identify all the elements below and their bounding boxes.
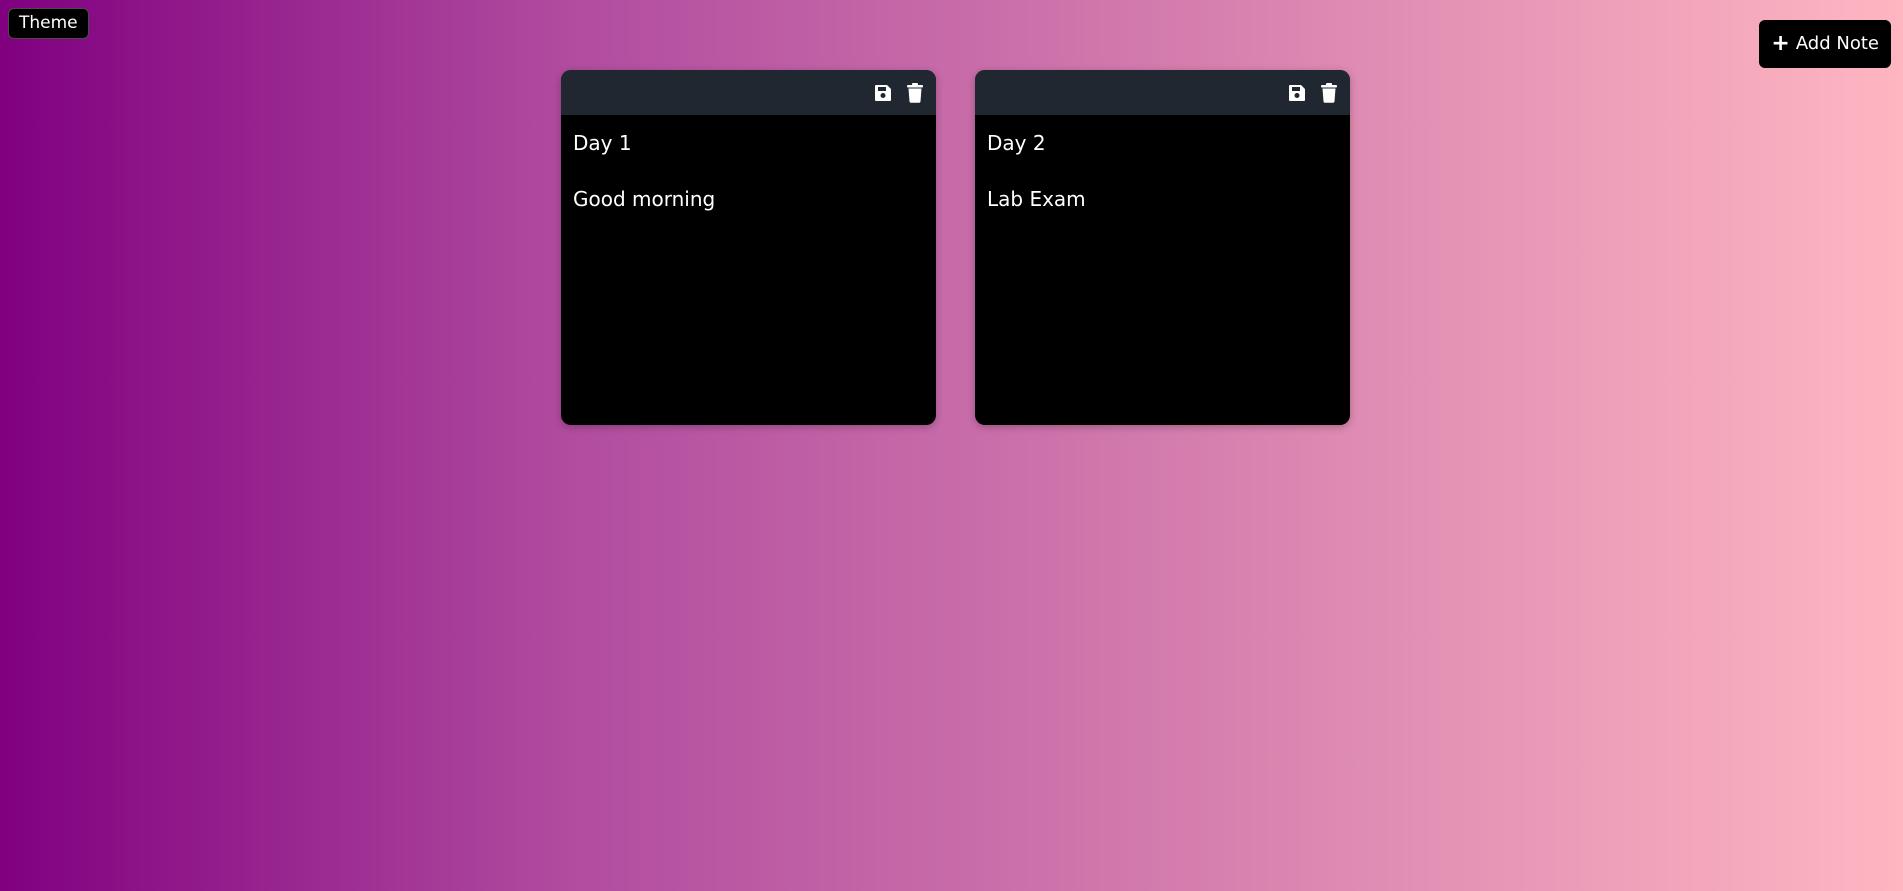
note-card: Day 2 Lab Exam	[975, 70, 1350, 425]
note-title: Day 1	[573, 131, 632, 155]
note-textarea[interactable]: Day 2 Lab Exam	[975, 115, 1350, 425]
note-content: Lab Exam	[987, 187, 1086, 211]
save-icon[interactable]	[1286, 82, 1308, 104]
notes-area: Day 1 Good morning Day 2 Lab Exam	[561, 70, 1350, 425]
note-header	[561, 70, 936, 115]
trash-icon[interactable]	[904, 82, 926, 104]
note-title: Day 2	[987, 131, 1046, 155]
note-content: Good morning	[573, 187, 716, 211]
trash-icon[interactable]	[1318, 82, 1340, 104]
theme-button[interactable]: Theme	[8, 8, 89, 39]
note-header	[975, 70, 1350, 115]
add-note-label: Add Note	[1795, 33, 1879, 54]
note-card: Day 1 Good morning	[561, 70, 936, 425]
plus-icon: +	[1771, 31, 1790, 56]
note-textarea[interactable]: Day 1 Good morning	[561, 115, 936, 425]
save-icon[interactable]	[872, 82, 894, 104]
add-note-button[interactable]: + Add Note	[1759, 20, 1891, 68]
